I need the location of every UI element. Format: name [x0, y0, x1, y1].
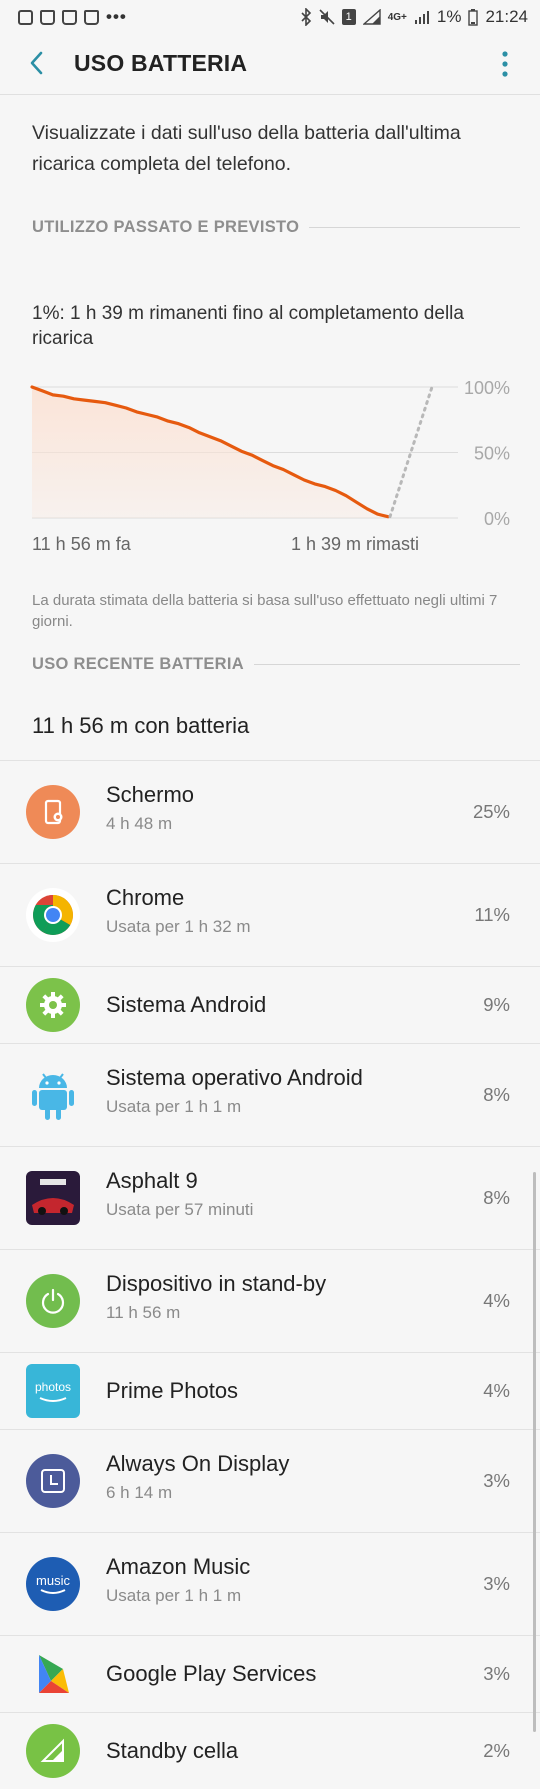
svg-text:photos: photos — [35, 1380, 71, 1394]
svg-text:music: music — [36, 1573, 70, 1588]
app-usage-time: 6 h 14 m — [106, 1483, 173, 1502]
app-usage-percent: 3% — [483, 1663, 510, 1684]
sim-icon: 1 — [341, 9, 356, 25]
scrollbar[interactable] — [533, 1172, 536, 1732]
screen-icon — [26, 785, 80, 839]
app-name: Asphalt 9 — [106, 1168, 198, 1193]
app-usage-percent: 25% — [472, 801, 510, 822]
android-icon — [26, 1068, 80, 1122]
app-usage-percent: 4% — [483, 1290, 510, 1311]
app-name: Sistema operativo Android — [106, 1065, 363, 1090]
bag-notification-icon — [84, 9, 99, 25]
time-on-battery: 11 h 56 m con batteria — [32, 713, 250, 738]
app-usage-percent: 3% — [483, 1470, 510, 1491]
mute-icon — [319, 9, 335, 25]
app-usage-time: Usata per 1 h 1 m — [106, 1586, 242, 1605]
network-type: 4G+ — [387, 11, 407, 23]
app-usage-percent: 9% — [483, 994, 510, 1015]
app-usage-time: 4 h 48 m — [106, 814, 173, 833]
app-name: Amazon Music — [106, 1554, 251, 1579]
app-usage-percent: 8% — [483, 1084, 510, 1105]
signal-bars-icon — [414, 11, 429, 24]
bag-notification-icon — [40, 9, 55, 25]
chart-x-label-end: 1 h 39 m rimasti — [291, 534, 420, 554]
section-header-past-forecast: UTILIZZO PASSATO E PREVISTO — [32, 218, 520, 237]
section-title: USO RECENTE BATTERIA — [32, 655, 244, 673]
app-usage-row[interactable]: Standby cella 2% — [0, 1712, 540, 1789]
app-bar: USO BATTERIA — [0, 34, 540, 94]
app-name: Google Play Services — [106, 1661, 317, 1686]
section-header-recent-usage: USO RECENTE BATTERIA — [32, 655, 520, 674]
gallery-notification-icon — [18, 9, 33, 25]
app-name: Sistema Android — [106, 992, 267, 1017]
app-usage-percent: 3% — [483, 1573, 510, 1594]
page-title: USO BATTERIA — [74, 50, 248, 76]
app-name: Dispositivo in stand-by — [106, 1271, 327, 1296]
app-usage-row[interactable]: music Amazon Music Usata per 1 h 1 m 3% — [0, 1532, 540, 1635]
app-usage-percent: 4% — [483, 1380, 510, 1401]
puzzle-icon — [26, 1647, 80, 1701]
status-bar: ••• 1 4G+ 1% 21:24 — [0, 0, 540, 34]
app-name: Prime Photos — [106, 1378, 239, 1403]
app-usage-percent: 8% — [483, 1187, 510, 1208]
chart-y-tick-label: 0% — [484, 509, 510, 529]
signal-icon — [26, 1724, 80, 1778]
status-left: ••• — [18, 7, 127, 27]
app-name: Chrome — [106, 885, 185, 910]
app-usage-row[interactable]: Google Play Services 3% — [0, 1635, 540, 1712]
section-divider — [309, 227, 520, 228]
estimate-note: La durata stimata della batteria si basa… — [32, 592, 498, 630]
chart-y-tick-label: 100% — [464, 378, 510, 398]
chart-x-label-start: 11 h 56 m fa — [32, 534, 131, 554]
app-usage-time: Usata per 1 h 32 m — [106, 917, 251, 936]
app-usage-percent: 11% — [474, 904, 510, 925]
app-usage-time: Usata per 57 minuti — [106, 1200, 254, 1219]
app-usage-row[interactable]: Dispositivo in stand-by 11 h 56 m 4% — [0, 1249, 540, 1352]
app-usage-row[interactable]: photos Prime Photos 4% — [0, 1352, 540, 1429]
intro-text: Visualizzate i dati sull'uso della batte… — [32, 122, 461, 175]
section-divider — [253, 664, 520, 665]
clock-icon — [26, 1454, 80, 1508]
prime-photos-icon: photos — [26, 1364, 80, 1418]
bag-notification-icon — [62, 9, 77, 25]
clock-time: 21:24 — [485, 7, 528, 26]
remaining-time-text: 1%: 1 h 39 m rimanenti fino al completam… — [32, 303, 464, 349]
app-usage-time: 11 h 56 m — [106, 1303, 181, 1322]
app-bar-divider — [0, 94, 540, 95]
app-usage-row[interactable]: Sistema Android 9% — [0, 966, 540, 1043]
music-icon: music — [26, 1557, 80, 1611]
power-icon — [26, 1274, 80, 1328]
app-name: Standby cella — [106, 1738, 239, 1763]
battery-icon — [468, 8, 479, 26]
app-usage-time: Usata per 1 h 1 m — [106, 1097, 242, 1116]
app-name: Schermo — [106, 782, 195, 807]
more-notifications-icon: ••• — [106, 7, 127, 26]
asphalt-icon — [26, 1171, 80, 1225]
section-title: UTILIZZO PASSATO E PREVISTO — [32, 218, 300, 236]
app-usage-row[interactable]: Schermo 4 h 48 m 25% — [0, 760, 540, 863]
bluetooth-icon — [301, 8, 311, 26]
battery-percent: 1% — [436, 7, 462, 26]
app-usage-row[interactable]: Sistema operativo Android Usata per 1 h 1… — [0, 1043, 540, 1146]
app-usage-percent: 2% — [483, 1740, 510, 1761]
signal-strength-icon — [362, 9, 381, 25]
more-options-icon[interactable] — [500, 48, 510, 80]
app-usage-row[interactable]: Asphalt 9 Usata per 57 minuti 8% — [0, 1146, 540, 1249]
chrome-icon — [26, 888, 80, 942]
status-right: 1 4G+ 1% 21:24 — [300, 7, 528, 27]
app-name: Always On Display — [106, 1451, 290, 1476]
chart-forecast-line — [388, 385, 434, 519]
app-usage-row[interactable]: Chrome Usata per 1 h 32 m 11% — [0, 863, 540, 966]
gear-icon — [26, 978, 80, 1032]
chart-y-tick-label: 50% — [474, 444, 510, 464]
app-usage-list: Schermo 4 h 48 m 25% Chrome Usata per 1 h 32… — [0, 760, 540, 1789]
back-arrow-icon[interactable] — [22, 48, 52, 78]
app-usage-row[interactable]: Always On Display 6 h 14 m 3% — [0, 1429, 540, 1532]
